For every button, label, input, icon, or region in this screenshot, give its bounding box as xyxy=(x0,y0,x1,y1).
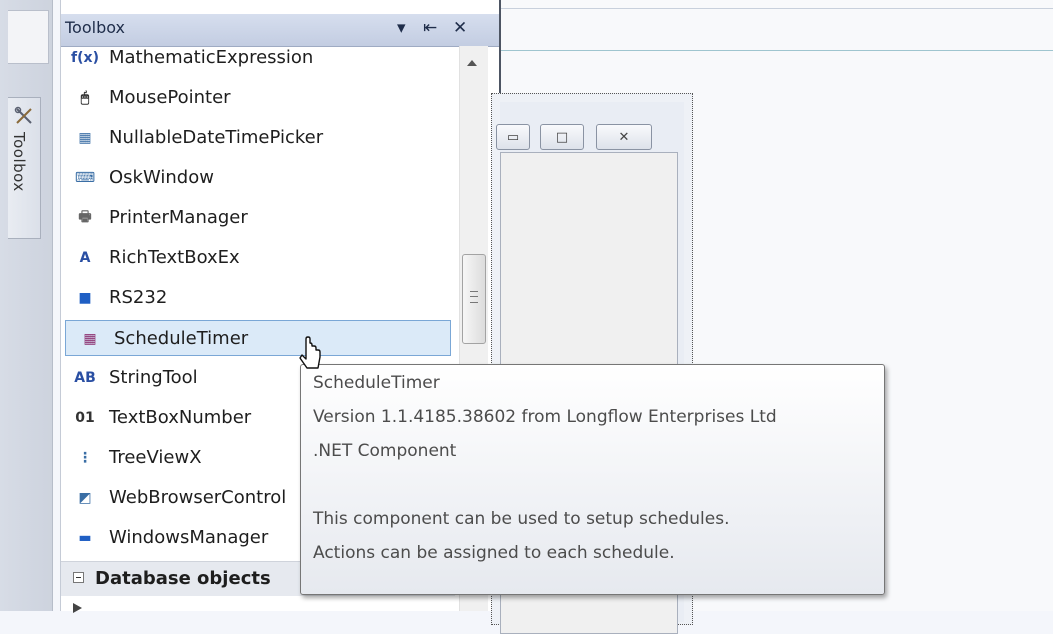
toolbox-item[interactable]: ⌨ OskWindow xyxy=(61,160,455,196)
group-header-label: Database objects xyxy=(95,568,271,589)
calendar-icon: ▦ xyxy=(78,130,92,146)
tree-icon: ⋮ xyxy=(78,450,92,466)
tooltip-line: Version 1.1.4185.38602 from Longflow Ent… xyxy=(313,407,777,427)
toolbox-item-label: MousePointer xyxy=(109,87,231,108)
fx-icon: f(x) xyxy=(71,50,99,66)
toolbox-item-label: OskWindow xyxy=(109,167,214,188)
tooltip-line: This component can be used to setup sche… xyxy=(313,509,730,529)
collapse-icon[interactable] xyxy=(73,572,84,583)
toolbox-item-label: StringTool xyxy=(109,367,198,388)
toolbox-item-label: TreeViewX xyxy=(109,447,202,468)
toolbox-item-label: NullableDateTimePicker xyxy=(109,127,324,148)
maximize-icon[interactable]: □ xyxy=(540,124,584,150)
tooltip-title: ScheduleTimer xyxy=(313,373,440,393)
scroll-up-arrow-icon[interactable] xyxy=(467,60,477,66)
tooltip-line: Actions can be assigned to each schedule… xyxy=(313,543,675,563)
port-icon: ■ xyxy=(78,290,92,306)
windows-icon: ▬ xyxy=(78,530,92,546)
toolbox-item-label: PrinterManager xyxy=(109,207,248,228)
toolbox-item[interactable]: 🖶 PrinterManager xyxy=(61,200,455,236)
toolbox-dock-tab[interactable]: Toolbox xyxy=(8,97,41,239)
printer-icon: 🖶 xyxy=(78,209,92,225)
pointer-item-icon xyxy=(73,603,82,613)
toolbox-item[interactable]: ▦ ScheduleTimer xyxy=(65,320,451,356)
toolbox-item-label: ScheduleTimer xyxy=(114,328,249,349)
toolbox-item-label: MathematicExpression xyxy=(109,47,314,68)
browser-icon: ◩ xyxy=(78,490,92,506)
richtext-icon: A xyxy=(79,250,91,266)
dock-slot xyxy=(8,10,49,64)
schedule-icon: ▦ xyxy=(83,331,97,347)
toolbox-item[interactable]: ▦ NullableDateTimePicker xyxy=(61,120,455,156)
toolbox-item[interactable]: 🖱 MousePointer xyxy=(61,80,455,116)
toolbox-item[interactable]: f(x) MathematicExpression xyxy=(61,40,455,76)
minimize-icon[interactable]: ▭ xyxy=(496,124,530,150)
toolbox-item[interactable]: A RichTextBoxEx xyxy=(61,240,455,276)
toolbox-item-label: WebBrowserControl xyxy=(109,487,287,508)
close-icon[interactable]: ✕ xyxy=(453,18,467,38)
left-dock-strip: Toolbox xyxy=(0,0,53,611)
close-icon[interactable]: ✕ xyxy=(596,124,652,150)
toolbox-item-label: RichTextBoxEx xyxy=(109,247,240,268)
toolbox-title: Toolbox xyxy=(65,18,125,37)
keyboard-icon: ⌨ xyxy=(74,170,96,186)
toolbox-item-label: RS232 xyxy=(109,287,168,308)
pin-icon[interactable]: ⇤ xyxy=(423,18,437,38)
tools-icon xyxy=(14,106,34,126)
toolbox-item-label: WindowsManager xyxy=(109,527,269,548)
string-tool-icon: AB xyxy=(74,370,96,386)
toolbox-item-label: TextBoxNumber xyxy=(109,407,252,428)
dropdown-arrow-icon[interactable]: ▾ xyxy=(397,18,406,38)
scrollbar-thumb[interactable] xyxy=(462,254,486,344)
toolbox-item[interactable]: ■ RS232 xyxy=(61,280,455,316)
mouse-icon: 🖱 xyxy=(80,90,90,106)
mouse-cursor-icon xyxy=(296,335,326,379)
toolbox-tab-label: Toolbox xyxy=(10,132,28,192)
number-box-icon: 01 xyxy=(75,410,95,426)
tooltip-line: .NET Component xyxy=(313,441,457,461)
component-tooltip: ScheduleTimer Version 1.1.4185.38602 from… xyxy=(300,364,885,595)
